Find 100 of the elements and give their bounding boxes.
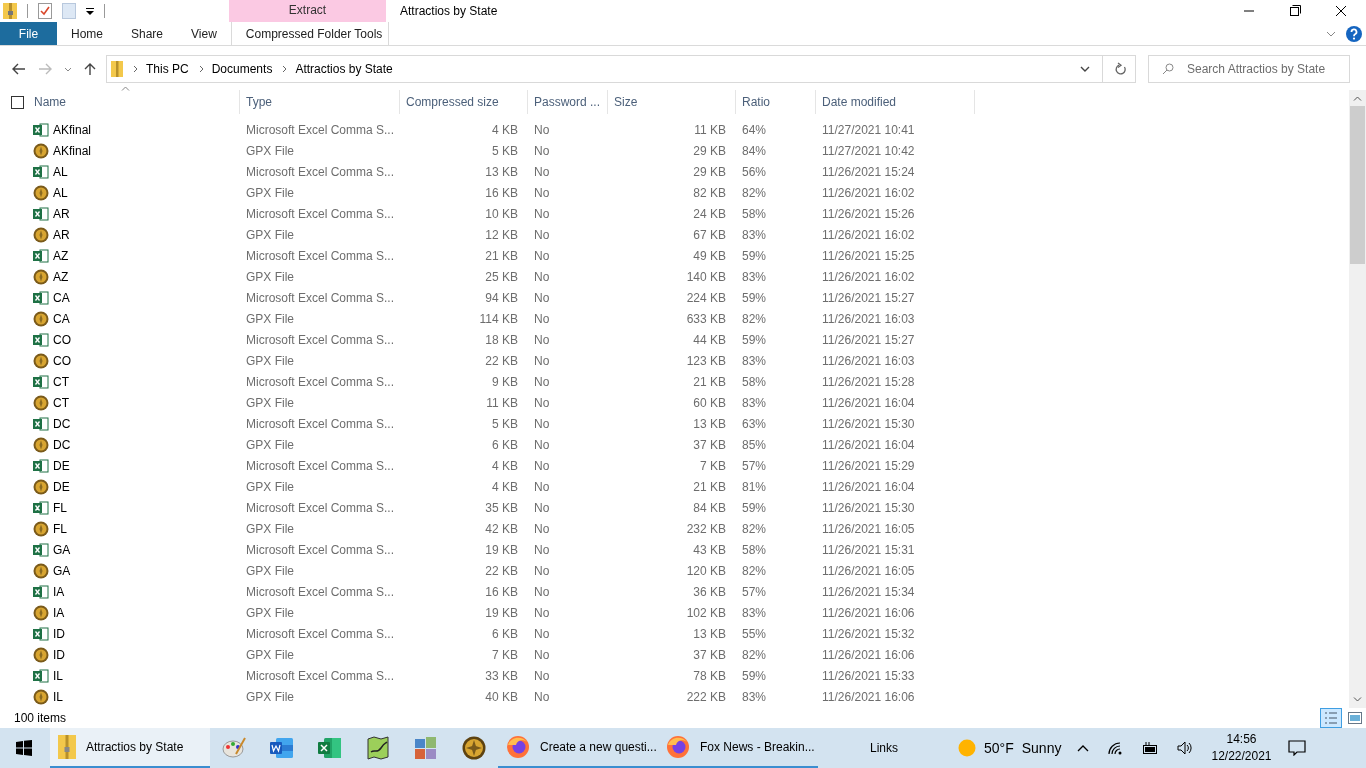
vertical-scrollbar[interactable] — [1349, 90, 1366, 708]
table-cell: 44 KB — [693, 332, 726, 347]
table-cell: 57% — [742, 458, 767, 473]
file-name[interactable]: CA — [53, 311, 70, 326]
column-header[interactable]: Compressed size — [400, 90, 528, 114]
column-header[interactable]: Date modified — [816, 90, 975, 114]
column-header[interactable]: Name — [33, 90, 240, 114]
file-name[interactable]: ID — [53, 626, 65, 641]
weather-condition[interactable]: Sunny — [1021, 740, 1062, 756]
properties-icon[interactable] — [38, 3, 52, 19]
battery-plug-icon[interactable] — [1141, 742, 1160, 754]
table-cell: 10 KB — [485, 206, 518, 221]
table-cell: 56% — [742, 164, 767, 179]
help-icon[interactable] — [1346, 25, 1362, 42]
table-cell: Microsoft Excel Comma S... — [246, 122, 395, 137]
file-name[interactable]: FL — [53, 500, 67, 515]
table-cell: No — [534, 500, 550, 515]
file-name[interactable]: GA — [53, 563, 71, 578]
column-header[interactable]: Size — [608, 90, 736, 114]
back-arrow-icon[interactable] — [12, 63, 26, 75]
clock-date[interactable]: 12/22/2021 — [1211, 748, 1272, 765]
scrollbar-thumb[interactable] — [1350, 106, 1365, 264]
browser-icon — [506, 735, 530, 759]
spreadsheet-icon — [318, 736, 342, 760]
table-cell: Microsoft Excel Comma S... — [246, 626, 395, 641]
breadcrumb-item[interactable]: Attractios by State — [295, 62, 393, 76]
table-cell: Microsoft Excel Comma S... — [246, 584, 395, 599]
table-cell: No — [534, 479, 550, 494]
scroll-down-icon[interactable] — [1353, 697, 1362, 702]
file-name[interactable]: AZ — [53, 248, 69, 263]
file-name[interactable]: AZ — [53, 269, 69, 284]
column-header[interactable]: Password ... — [528, 90, 608, 114]
taskbar-button[interactable]: Create a new questi... — [498, 728, 658, 768]
file-name[interactable]: AL — [53, 185, 68, 200]
customize-dropdown-icon[interactable] — [86, 7, 94, 15]
file-name[interactable]: AR — [53, 227, 70, 242]
file-name[interactable]: IL — [53, 668, 63, 683]
column-header[interactable]: Ratio — [736, 90, 816, 114]
file-name[interactable]: AKfinal — [53, 122, 92, 137]
file-name[interactable]: ID — [53, 647, 65, 662]
scroll-up-icon[interactable] — [1353, 96, 1362, 101]
details-view-icon[interactable] — [1320, 708, 1342, 728]
taskbar-button[interactable]: Attractios by State — [50, 728, 210, 768]
wifi-icon[interactable] — [1107, 741, 1124, 755]
file-name[interactable]: CT — [53, 395, 69, 410]
table-cell: 84 KB — [693, 500, 726, 515]
speaker-icon[interactable] — [1177, 741, 1194, 755]
large-icons-view-icon[interactable] — [1348, 712, 1362, 724]
table-cell: 13 KB — [693, 416, 726, 431]
sort-ascending-icon — [121, 86, 130, 91]
file-name[interactable]: IA — [53, 584, 65, 599]
taskbar-button[interactable]: Fox News - Breakin... — [658, 728, 818, 768]
links-toolbar[interactable]: Links — [870, 741, 898, 755]
up-arrow-icon[interactable] — [84, 62, 96, 76]
table-cell: GPX File — [246, 143, 294, 158]
expand-ribbon-icon[interactable] — [1326, 30, 1336, 37]
table-cell: 37 KB — [693, 647, 726, 662]
chevron-up-icon[interactable] — [1077, 744, 1090, 752]
refresh-icon[interactable] — [1115, 62, 1127, 76]
table-cell: 42 KB — [485, 521, 518, 536]
file-name[interactable]: IL — [53, 689, 63, 704]
breadcrumb-item[interactable]: This PC — [146, 62, 189, 76]
file-name[interactable]: DE — [53, 479, 70, 494]
file-name[interactable]: AL — [53, 164, 68, 179]
file-name[interactable]: DC — [53, 437, 71, 452]
table-cell: 59% — [742, 668, 767, 683]
notifications-icon[interactable] — [1287, 740, 1306, 756]
column-header[interactable]: Type — [240, 90, 400, 114]
file-name[interactable]: CT — [53, 374, 69, 389]
table-cell: Microsoft Excel Comma S... — [246, 542, 395, 557]
table-cell: No — [534, 626, 550, 641]
zip-folder-icon[interactable] — [3, 2, 17, 20]
recent-dropdown-icon[interactable] — [64, 66, 72, 72]
breadcrumb-item[interactable]: Documents — [211, 62, 273, 76]
file-name[interactable]: IA — [53, 605, 65, 620]
search-field[interactable]: Search Attractios by State — [1148, 55, 1350, 83]
temperature[interactable]: 50°F — [984, 740, 1014, 756]
file-name[interactable]: FL — [53, 521, 67, 536]
table-cell: 67 KB — [693, 227, 726, 242]
file-name[interactable]: CO — [53, 353, 71, 368]
table-cell: 35 KB — [485, 500, 518, 515]
address-bar[interactable]: This PC Documents Attractios by State — [106, 55, 1136, 83]
chevron-down-icon[interactable] — [1080, 66, 1090, 72]
spreadsheet-file-icon — [33, 122, 49, 137]
file-name[interactable]: GA — [53, 542, 71, 557]
file-name[interactable]: AR — [53, 206, 70, 221]
file-name[interactable]: CO — [53, 332, 71, 347]
select-all-checkbox[interactable] — [10, 95, 24, 109]
clock-time[interactable]: 14:56 — [1226, 731, 1257, 748]
file-name[interactable]: DE — [53, 458, 70, 473]
file-name[interactable]: CA — [53, 290, 70, 305]
ribbon-tab[interactable]: File — [0, 22, 57, 45]
table-cell: GPX File — [246, 521, 294, 536]
file-name[interactable]: AKfinal — [53, 143, 92, 158]
file-name[interactable]: DC — [53, 416, 71, 431]
table-cell: GPX File — [246, 311, 294, 326]
start-windows-icon[interactable] — [16, 740, 32, 756]
table-cell: 83% — [742, 689, 767, 704]
table-cell: 11/26/2021 15:32 — [822, 626, 915, 641]
ribbon-tab[interactable]: Compressed Folder Tools — [230, 22, 389, 45]
